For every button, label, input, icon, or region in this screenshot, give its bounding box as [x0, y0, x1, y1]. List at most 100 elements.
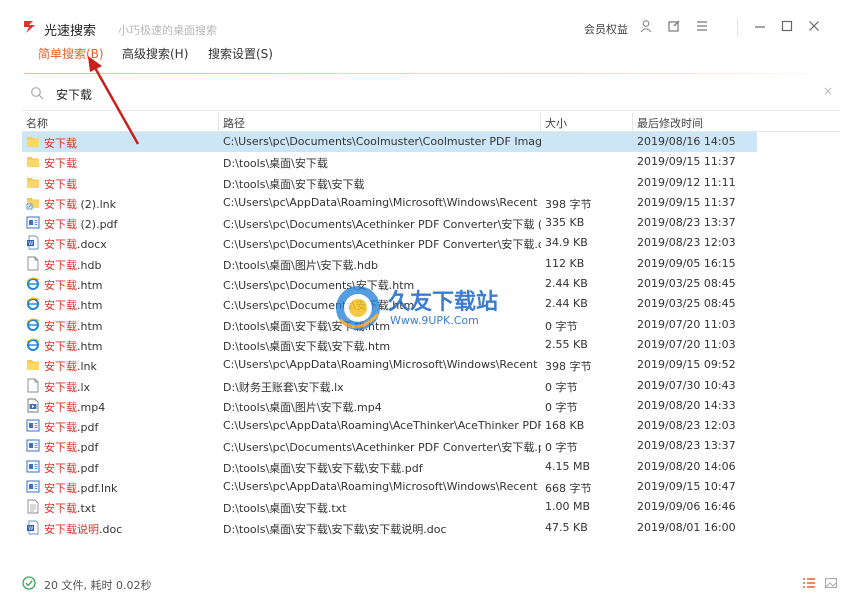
file-name-suffix: .htm [77, 319, 103, 333]
minimize-icon[interactable] [752, 18, 768, 34]
file-name-match: 安下载 [44, 279, 77, 293]
modified-date: 2019/07/20 11:03 [637, 337, 736, 351]
table-row[interactable]: 安下载.pdf.lnk C:\Users\pc\AppData\Roaming\M… [22, 477, 840, 497]
file-path: C:\Users\pc\AppData\Roaming\Microsoft\Wi… [223, 480, 538, 494]
file-size: 168 KB [545, 419, 585, 433]
user-icon[interactable] [638, 18, 654, 34]
menu-icon[interactable] [694, 18, 710, 34]
column-divider[interactable] [218, 113, 219, 131]
close-icon[interactable] [806, 18, 822, 34]
file-name-suffix: .hdb [77, 258, 102, 272]
file-name-suffix: (2).lnk [77, 197, 116, 211]
table-row[interactable]: 安下载.pdf D:\tools\桌面\安下载\安下载\安下载.pdf 4.15 M… [22, 457, 840, 477]
file-name: 安下载.pdf [44, 419, 214, 435]
tab-advanced-search[interactable]: 高级搜索(H) [122, 45, 188, 62]
column-header-name[interactable]: 名称 [26, 115, 48, 131]
file-name-match: 安下载说明 [44, 522, 99, 536]
edit-icon[interactable] [666, 18, 682, 34]
table-row[interactable]: 安下载 C:\Users\pc\Documents\Coolmuster\Cool… [22, 132, 757, 153]
ie-html-icon [26, 317, 40, 332]
search-icon [31, 87, 44, 100]
column-header-modified[interactable]: 最后修改时间 [637, 115, 703, 131]
file-name: 安下载 [44, 135, 214, 151]
file-name-match: 安下载 [44, 137, 77, 150]
file-size: 2.55 KB [545, 337, 588, 351]
file-name-match: 安下载 [44, 502, 77, 516]
maximize-icon[interactable] [779, 18, 795, 34]
modified-date: 2019/08/20 14:06 [637, 459, 736, 473]
table-row[interactable]: W 安下载.docx C:\Users\pc\Documents\Acethinke… [22, 233, 840, 253]
file-name-suffix: .htm [77, 279, 103, 293]
column-divider[interactable] [632, 113, 633, 131]
file-name-match: 安下载 [44, 441, 77, 455]
modified-date: 2019/09/15 09:52 [637, 358, 736, 372]
modified-date: 2019/09/05 16:15 [637, 256, 736, 270]
file-path: C:\Users\pc\Documents\Acethinker PDF Con… [223, 441, 541, 455]
app-title: 光速搜索 [44, 24, 97, 39]
file-name-match: 安下载 [44, 197, 77, 211]
ie-html-icon [26, 276, 40, 291]
folder-icon [26, 134, 40, 149]
pdf-file-icon [26, 418, 40, 433]
file-size: 668 字节 [545, 482, 592, 496]
modified-date: 2019/07/30 10:43 [637, 378, 736, 392]
column-divider[interactable] [540, 113, 541, 131]
file-path: C:\Users\pc\Documents\Acethinker PDF Con… [223, 238, 541, 252]
file-size: 1.00 MB [545, 500, 591, 514]
file-name: 安下载 (2).pdf [44, 216, 214, 232]
text-file-icon [26, 499, 40, 514]
modified-date: 2019/08/23 13:37 [637, 439, 736, 453]
table-row[interactable]: 安下载 D:\tools\桌面\安下载\安下载 2019/09/12 11:11 [22, 173, 840, 193]
image-view-icon[interactable] [824, 576, 838, 590]
table-row[interactable]: 安下载.pdf C:\Users\pc\AppData\Roaming\AceTh… [22, 416, 840, 436]
modified-date: 2019/08/20 14:33 [637, 398, 736, 412]
file-name-suffix: .htm [77, 339, 103, 353]
file-name: 安下载.htm [44, 338, 214, 354]
table-row[interactable]: 安下载.mp4 D:\tools\桌面\图片\安下载.mp4 0 字节 2019/08… [22, 396, 840, 416]
video-file-icon [26, 398, 40, 413]
column-header-size[interactable]: 大小 [545, 115, 567, 131]
modified-date: 2019/08/23 13:37 [637, 216, 736, 230]
file-size: 335 KB [545, 216, 585, 230]
shortcut-folder-icon [26, 195, 40, 210]
file-size: 47.5 KB [545, 520, 588, 534]
folder-icon [26, 357, 40, 372]
file-path: D:\tools\桌面\安下载\安下载\安下载.pdf [223, 461, 423, 475]
tab-simple-search[interactable]: 简单搜索(B) [38, 45, 104, 62]
file-name-suffix: .lx [77, 380, 91, 394]
member-benefits-link[interactable]: 会员权益 [584, 21, 628, 37]
modified-date: 2019/08/01 16:00 [637, 520, 736, 534]
clear-search-icon[interactable]: × [822, 85, 834, 97]
table-row[interactable]: 安下载 (2).pdf C:\Users\pc\Documents\Acethin… [22, 213, 840, 233]
file-size: 112 KB [545, 256, 585, 270]
file-name-match: 安下载 [44, 238, 77, 252]
list-view-icon[interactable] [802, 576, 816, 590]
file-name-match: 安下载 [44, 421, 77, 435]
file-path: D:\tools\桌面\安下载\安下载\安下载说明.doc [223, 522, 447, 536]
watermark: 久友下载站 Www.9UPK.Com [330, 278, 520, 338]
file-name: 安下载.pdf [44, 460, 214, 476]
table-row[interactable]: 安下载.hdb D:\tools\桌面\图片\安下载.hdb 112 KB 2019/… [22, 254, 840, 274]
file-name: 安下载.htm [44, 318, 214, 334]
search-input[interactable] [56, 84, 796, 104]
file-name-suffix: .docx [77, 238, 107, 252]
file-name: 安下载.mp4 [44, 399, 214, 415]
file-name-suffix: .pdf [77, 441, 99, 455]
tab-search-settings[interactable]: 搜索设置(S) [208, 45, 273, 62]
table-row[interactable]: 安下载 D:\tools\桌面\安下载 2019/09/15 11:37 [22, 152, 840, 172]
file-name: 安下载.lx [44, 379, 214, 395]
file-path: C:\Users\pc\Documents\Coolmuster\Coolmus… [223, 135, 541, 148]
column-header-path[interactable]: 路径 [223, 115, 245, 131]
table-row[interactable]: 安下载 (2).lnk C:\Users\pc\AppData\Roaming\M… [22, 193, 840, 213]
table-row[interactable]: 安下载.pdf C:\Users\pc\Documents\Acethinker … [22, 436, 840, 456]
file-name: 安下载.htm [44, 297, 214, 313]
file-name-match: 安下载 [44, 360, 77, 374]
table-row[interactable]: 安下载.lnk C:\Users\pc\AppData\Roaming\Micro… [22, 355, 840, 375]
modified-date: 2019/08/23 12:03 [637, 419, 736, 433]
table-row[interactable]: 安下载.lx D:\财务王账套\安下载.lx 0 字节 2019/07/30 10:4… [22, 376, 840, 396]
table-row[interactable]: W 安下载说明.doc D:\tools\桌面\安下载\安下载\安下载说明.doc 4… [22, 518, 840, 538]
blank-file-icon [26, 378, 40, 393]
file-path: C:\Users\pc\AppData\Roaming\AceThinker\A… [223, 419, 541, 433]
modified-date: 2019/09/06 16:46 [637, 500, 736, 514]
table-row[interactable]: 安下载.txt D:\tools\桌面\安下载.txt 1.00 MB 2019/09… [22, 497, 840, 517]
